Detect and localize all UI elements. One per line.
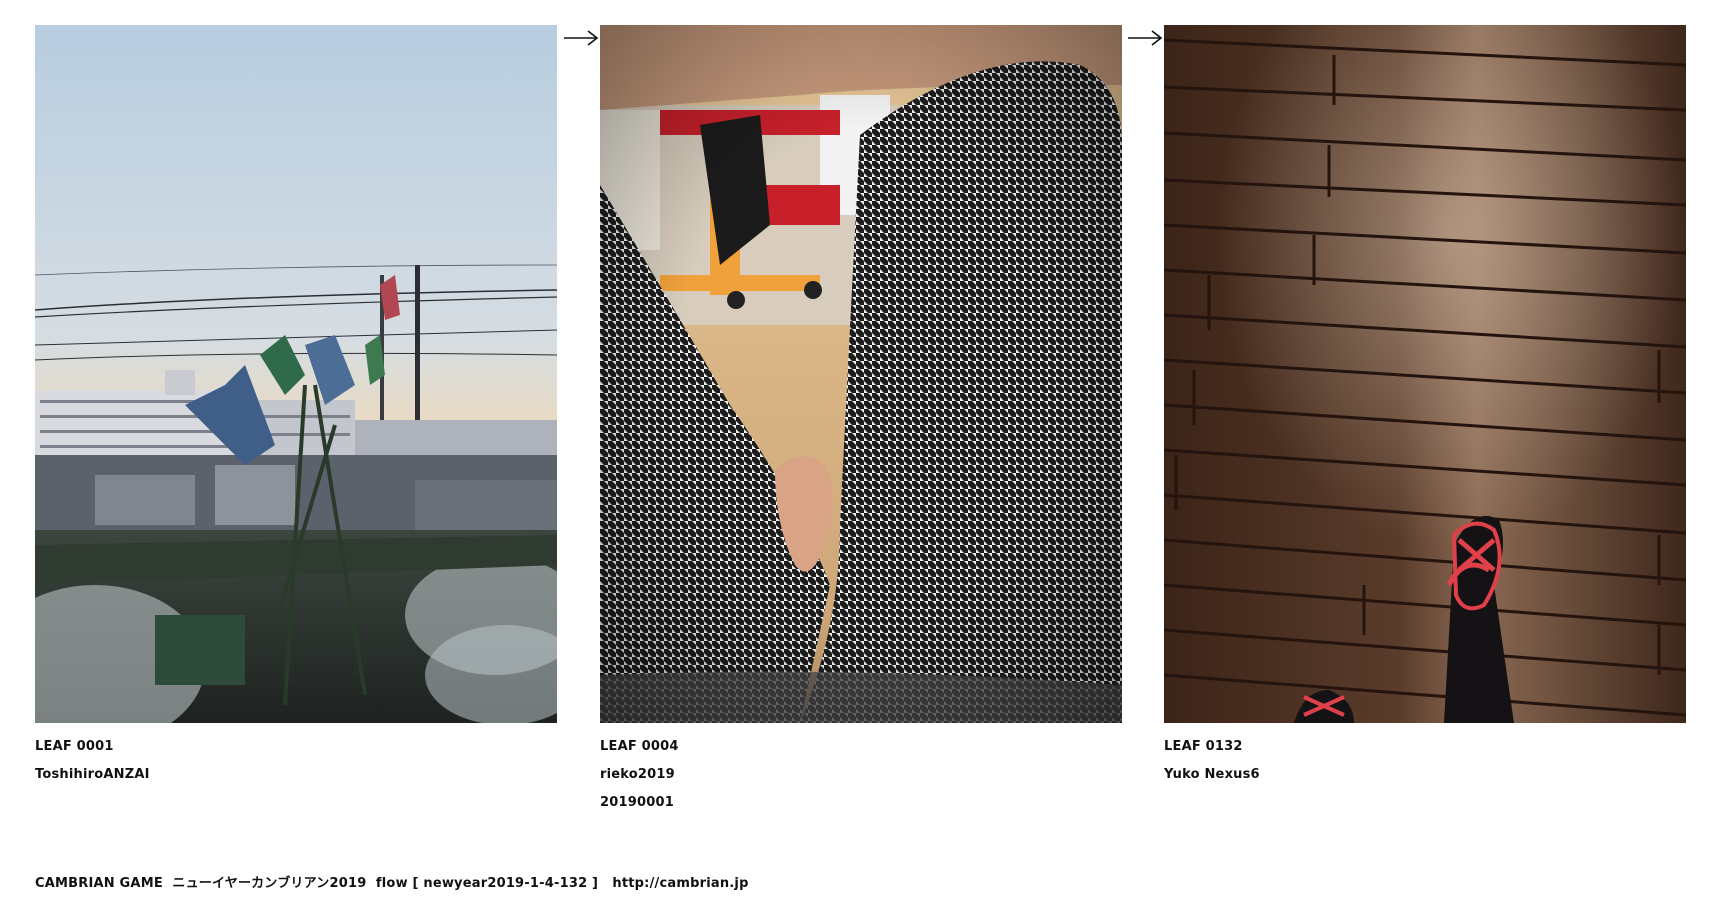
- leaf-meta-0004: LEAF 0004 rieko2019 20190001: [600, 733, 1122, 817]
- footer-game: CAMBRIAN GAME: [35, 876, 163, 891]
- leaf-photo-0004[interactable]: [600, 25, 1122, 723]
- leaf-photo-0001[interactable]: [35, 25, 557, 723]
- footer: CAMBRIAN GAME ニューイヤーカンブリアン2019 flow [ ne…: [35, 872, 749, 891]
- leaf-meta-0001: LEAF 0001 ToshihiroANZAI: [35, 733, 557, 789]
- photo-wood-floor-sandals: [1164, 25, 1686, 723]
- photo-legs-houndstooth: [600, 25, 1122, 723]
- footer-url-link[interactable]: http://cambrian.jp: [612, 876, 748, 891]
- footer-title: ニューイヤーカンブリアン2019: [172, 876, 367, 891]
- leaf-card-0132: LEAF 0132 Yuko Nexus6: [1164, 25, 1686, 789]
- leaf-author: rieko2019: [600, 767, 675, 782]
- leaf-author: Yuko Nexus6: [1164, 767, 1260, 782]
- photo-field-evening: [35, 25, 557, 723]
- leaf-photo-0132[interactable]: [1164, 25, 1686, 723]
- leaf-card-0004: LEAF 0004 rieko2019 20190001: [600, 25, 1122, 817]
- leaf-label: LEAF 0132: [1164, 739, 1243, 754]
- leaf-meta-0132: LEAF 0132 Yuko Nexus6: [1164, 733, 1686, 789]
- leaf-card-0001: LEAF 0001 ToshihiroANZAI: [35, 25, 557, 789]
- leaf-label: LEAF 0004: [600, 739, 679, 754]
- leaf-serial: 20190001: [600, 795, 674, 810]
- right-arrow-icon: [564, 30, 599, 46]
- footer-flow: flow [ newyear2019-1-4-132 ]: [375, 876, 599, 891]
- right-arrow-icon: [1128, 30, 1163, 46]
- leaf-label: LEAF 0001: [35, 739, 114, 754]
- leaf-author: ToshihiroANZAI: [35, 767, 150, 782]
